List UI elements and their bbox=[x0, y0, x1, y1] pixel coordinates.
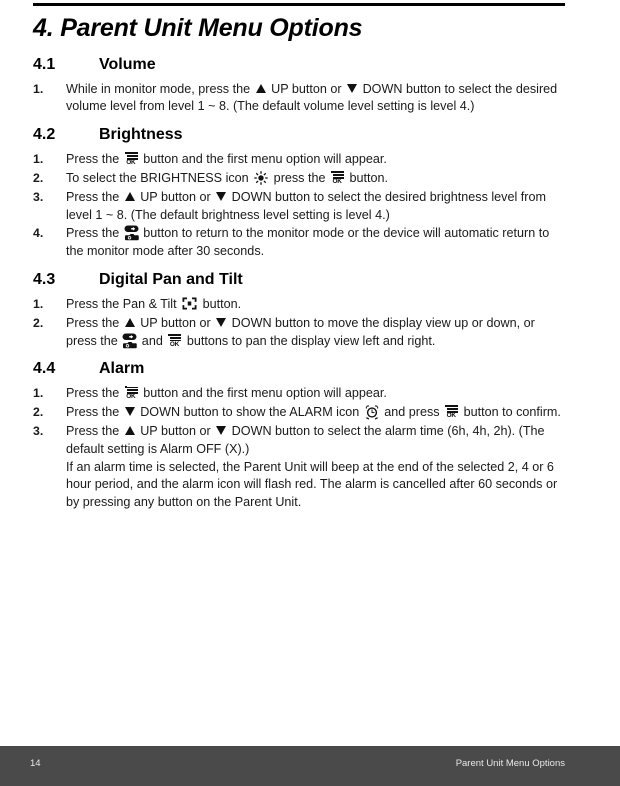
step-body: Press the OK button and the first menu o… bbox=[66, 151, 568, 169]
step-body: Press the OK button and the first menu o… bbox=[66, 385, 568, 403]
step-paragraph: Press the UP button or DOWN button to se… bbox=[66, 189, 546, 222]
step-item: 2. Press the DOWN button to show the ALAR… bbox=[33, 404, 568, 422]
step-body: Press the UP button or DOWN button to se… bbox=[66, 189, 568, 225]
footer-running-title: Parent Unit Menu Options bbox=[455, 758, 565, 769]
section-heading-4.1: 4.1 Volume bbox=[33, 56, 568, 74]
section-4.4: 4.4 Alarm 1. Press the OK button and the fi… bbox=[33, 360, 568, 512]
up-triangle-icon bbox=[124, 317, 135, 327]
ok-menu-button-icon: OK bbox=[167, 333, 182, 349]
step-body: Press the button to return to the monito… bbox=[66, 225, 568, 261]
camera-return-button-icon bbox=[124, 225, 139, 241]
step-paragraph: Press the UP button or DOWN button to se… bbox=[66, 423, 545, 456]
section-heading-4.3: 4.3 Digital Pan and Tilt bbox=[33, 271, 568, 289]
step-item: 4. Press the button to return to the moni… bbox=[33, 225, 568, 261]
step-list: 1. While in monitor mode, press the UP bu… bbox=[33, 81, 568, 117]
step-list: 1. Press the Pan & Tilt button. 2. Press th… bbox=[33, 296, 568, 351]
section-4.3: 4.3 Digital Pan and Tilt 1. Press the Pan &… bbox=[33, 271, 568, 350]
section-title: Digital Pan and Tilt bbox=[99, 271, 243, 289]
step-item: 1. Press the Pan & Tilt button. bbox=[33, 296, 568, 314]
step-paragraph: To select the BRIGHTNESS icon press the … bbox=[66, 170, 389, 186]
ok-menu-button-icon: OK bbox=[330, 170, 345, 186]
sections-container: 4.1 Volume 1. While in monitor mode, press … bbox=[33, 56, 568, 512]
step-number: 1. bbox=[33, 151, 44, 166]
down-triangle-icon bbox=[216, 425, 227, 435]
down-triangle-icon bbox=[216, 191, 227, 201]
step-body: Press the UP button or DOWN button to mo… bbox=[66, 315, 568, 351]
footer-page-number: 14 bbox=[30, 758, 41, 769]
section-4.1: 4.1 Volume 1. While in monitor mode, press … bbox=[33, 56, 568, 116]
down-triangle-icon bbox=[124, 406, 135, 416]
section-heading-4.4: 4.4 Alarm bbox=[33, 360, 568, 378]
step-item: 1. While in monitor mode, press the UP bu… bbox=[33, 81, 568, 117]
section-number: 4.1 bbox=[33, 56, 56, 73]
step-body: Press the Pan & Tilt button. bbox=[66, 296, 568, 314]
step-number: 3. bbox=[33, 189, 44, 204]
page-footer: 14 Parent Unit Menu Options bbox=[0, 746, 620, 786]
section-4.2: 4.2 Brightness 1. Press the OK button and t… bbox=[33, 126, 568, 261]
step-number: 3. bbox=[33, 423, 44, 438]
step-number: 4. bbox=[33, 226, 44, 241]
ok-menu-button-icon: OK bbox=[124, 386, 139, 401]
up-triangle-icon bbox=[124, 191, 135, 201]
alarm-clock-icon bbox=[364, 404, 380, 420]
ok-menu-button-icon: OK bbox=[124, 151, 139, 167]
up-triangle-icon bbox=[124, 425, 135, 435]
step-number: 2. bbox=[33, 315, 44, 330]
section-number: 4.4 bbox=[33, 360, 56, 378]
section-heading-4.2: 4.2 Brightness bbox=[33, 126, 568, 144]
step-body: Press the DOWN button to show the ALARM … bbox=[66, 404, 568, 422]
step-list: 1. Press the OK button and the first menu… bbox=[33, 151, 568, 261]
step-number: 2. bbox=[33, 404, 44, 419]
step-paragraph: Press the Pan & Tilt button. bbox=[66, 296, 242, 311]
camera-return-button-icon bbox=[122, 333, 138, 349]
document-page: 4. Parent Unit Menu Options 4.1 Volume 1. W… bbox=[0, 0, 620, 786]
section-title: Volume bbox=[99, 56, 156, 73]
step-body: Press the UP button or DOWN button to se… bbox=[66, 423, 568, 512]
step-list: 1. Press the OK button and the first menu… bbox=[33, 385, 568, 512]
step-paragraph: Press the button to return to the monito… bbox=[66, 225, 550, 259]
pan-tilt-frame-icon bbox=[182, 297, 197, 310]
step-paragraph: Press the UP button or DOWN button to mo… bbox=[66, 315, 535, 349]
step-body: While in monitor mode, press the UP butt… bbox=[66, 81, 568, 117]
down-triangle-icon bbox=[347, 83, 358, 93]
step-number: 2. bbox=[33, 170, 44, 185]
step-paragraph: Press the OK button and the first menu o… bbox=[66, 386, 387, 401]
step-paragraph: Press the DOWN button to show the ALARM … bbox=[66, 404, 561, 420]
down-triangle-icon bbox=[216, 317, 227, 327]
step-body: To select the BRIGHTNESS icon press the … bbox=[66, 170, 568, 188]
step-item: 2. Press the UP button or DOWN button to … bbox=[33, 315, 568, 351]
step-number: 1. bbox=[33, 296, 44, 311]
page-content: 4. Parent Unit Menu Options 4.1 Volume 1. W… bbox=[33, 14, 568, 514]
brightness-sun-icon bbox=[254, 171, 268, 185]
section-number: 4.3 bbox=[33, 271, 56, 289]
ok-menu-button-icon: OK bbox=[444, 404, 459, 420]
step-paragraph: If an alarm time is selected, the Parent… bbox=[66, 459, 558, 510]
section-title: Brightness bbox=[99, 126, 183, 144]
step-paragraph: While in monitor mode, press the UP butt… bbox=[66, 81, 558, 114]
step-number: 1. bbox=[33, 81, 44, 96]
page-title: 4. Parent Unit Menu Options bbox=[33, 14, 363, 42]
section-title: Alarm bbox=[99, 360, 145, 378]
step-paragraph: Press the OK button and the first menu o… bbox=[66, 151, 387, 167]
step-item: 3. Press the UP button or DOWN button to … bbox=[33, 423, 568, 512]
step-item: 3. Press the UP button or DOWN button to … bbox=[33, 189, 568, 225]
step-number: 1. bbox=[33, 386, 44, 400]
up-triangle-icon bbox=[255, 83, 266, 93]
step-item: 1. Press the OK button and the first menu… bbox=[33, 151, 568, 169]
step-item: 2. To select the BRIGHTNESS icon press th… bbox=[33, 170, 568, 188]
header-rule bbox=[33, 3, 565, 6]
step-item: 1. Press the OK button and the first menu… bbox=[33, 385, 568, 403]
section-number: 4.2 bbox=[33, 126, 56, 144]
